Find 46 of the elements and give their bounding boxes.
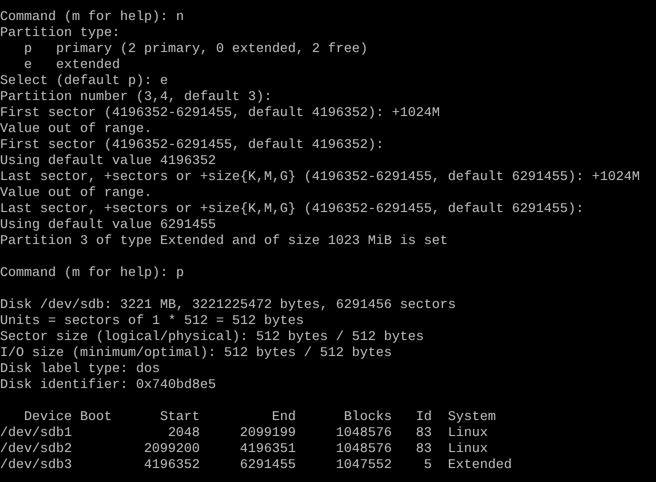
terminal-line: Sector size (logical/physical): 512 bytes / 512 bytes — [0, 330, 424, 346]
column-header: Id — [414, 410, 432, 426]
column-header: Blocks — [342, 410, 392, 426]
terminal-line: Last sector, +sectors or +size{K,M,G} (4196352-6291455, default 6291455): +1024M — [0, 170, 640, 186]
table-cell-text: 4196351 — [238, 442, 296, 458]
table-cell-text: Linux — [446, 426, 489, 442]
terminal-line: Last sector, +sectors or +size{K,M,G} (4196352-6291455, default 6291455): — [0, 202, 584, 218]
terminal-line: Select (default p): e — [0, 74, 168, 90]
terminal-line: First sector (4196352-6291455, default 4196352): +1024M — [0, 106, 440, 122]
terminal-line: Partition 3 of type Extended and of size 1023 MiB is set — [0, 234, 448, 250]
table-cell-text: /dev/sdb2 — [0, 442, 73, 458]
terminal-line: Value out of range. — [0, 186, 152, 202]
table-cell-text: 2099199 — [238, 426, 296, 442]
terminal-line: Units = sectors of 1 * 512 = 512 bytes — [0, 314, 304, 330]
table-cell-text: 1048576 — [334, 426, 392, 442]
terminal-line: e extended — [22, 58, 120, 74]
table-cell-text: 83 — [414, 442, 432, 458]
terminal-line: Disk label type: dos — [0, 362, 160, 378]
table-cell-text: Extended — [446, 458, 512, 474]
table-cell-text: 1048576 — [334, 442, 392, 458]
terminal-line: Disk identifier: 0x740bd8e5 — [0, 378, 216, 394]
terminal-line: Command (m for help): p — [0, 266, 184, 282]
column-header: System — [446, 410, 497, 426]
terminal-line: First sector (4196352-6291455, default 4196352): — [0, 138, 384, 154]
terminal-line: Disk /dev/sdb: 3221 MB, 3221225472 bytes, 6291456 sectors — [0, 298, 456, 314]
column-header: Start — [158, 410, 200, 426]
terminal-line: Command (m for help): n — [0, 10, 184, 26]
table-cell-text: 4196352 — [142, 458, 200, 474]
column-header: End — [270, 410, 296, 426]
table-cell-text: /dev/sdb3 — [0, 458, 73, 474]
column-header: Device Boot — [22, 410, 112, 426]
table-cell-text: /dev/sdb1 — [0, 426, 73, 442]
table-cell-text: Linux — [446, 442, 489, 458]
terminal-line: Partition type: — [0, 26, 120, 42]
table-cell-text: 6291455 — [238, 458, 296, 474]
table-cell-text: 83 — [414, 426, 432, 442]
terminal-line: Value out of range. — [0, 122, 152, 138]
terminal-line: p primary (2 primary, 0 extended, 2 free) — [22, 42, 368, 58]
terminal-line: I/O size (minimum/optimal): 512 bytes / 512 bytes — [0, 346, 392, 362]
terminal-line: Using default value 6291455 — [0, 218, 216, 234]
terminal-line: Partition number (3,4, default 3): — [0, 90, 272, 106]
terminal-line: Using default value 4196352 — [0, 154, 216, 170]
table-cell-text: 1047552 — [334, 458, 392, 474]
table-cell-text: 2099200 — [142, 442, 200, 458]
table-cell-text: 2048 — [166, 426, 200, 442]
table-cell-text: 5 — [422, 458, 432, 474]
